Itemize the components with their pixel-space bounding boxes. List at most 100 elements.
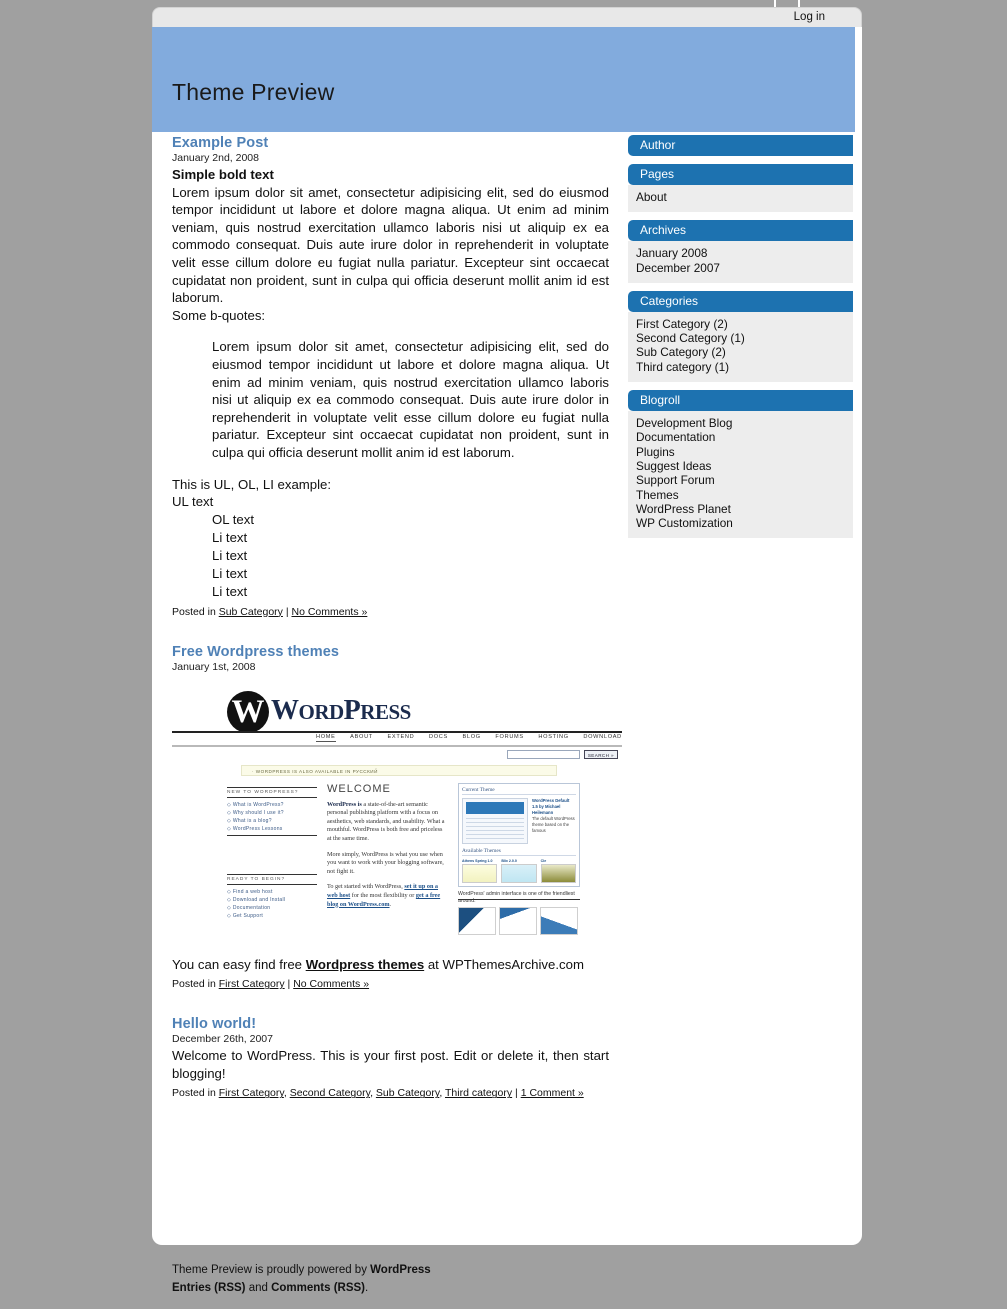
- list-item[interactable]: WP Customization: [636, 516, 853, 530]
- comments-rss-link[interactable]: Comments (RSS): [271, 1282, 365, 1294]
- feeds-line: Entries (RSS) and Comments (RSS).: [172, 1279, 672, 1297]
- and-text: and: [245, 1282, 272, 1294]
- log-in-link[interactable]: Log in: [794, 11, 825, 23]
- blogroll-link-documentation[interactable]: Documentation: [636, 430, 715, 444]
- list-item[interactable]: Support Forum: [636, 473, 853, 487]
- current-theme-thumbnail: [462, 797, 528, 844]
- post-bold-heading: Simple bold text: [172, 167, 274, 182]
- list-item[interactable]: Sub Category (2): [636, 345, 853, 359]
- period-text: .: [365, 1282, 369, 1294]
- list-item[interactable]: Plugins: [636, 445, 853, 459]
- nav-item-forums: FORUMS: [495, 733, 524, 740]
- wordmark-ress: RESS: [360, 699, 411, 724]
- blogroll-list: Development Blog Documentation Plugins S…: [636, 416, 853, 530]
- list-item[interactable]: Development Blog: [636, 416, 853, 430]
- link-why-should-i-use-it: ◇ Why should I use it?: [227, 809, 284, 816]
- nav-item-blog: BLOG: [462, 733, 481, 740]
- caption-before: You can easy find free: [172, 956, 306, 972]
- list-item[interactable]: About: [636, 190, 853, 204]
- thumbnail-image: [540, 906, 578, 935]
- comments-link[interactable]: No Comments »: [293, 978, 369, 990]
- thumb-line: [466, 837, 524, 840]
- blogroll-link-plugins[interactable]: Plugins: [636, 445, 675, 459]
- blogroll-link-themes[interactable]: Themes: [636, 488, 679, 502]
- page-title[interactable]: Theme Preview: [172, 79, 334, 106]
- widget-pages: Pages About: [628, 164, 853, 213]
- widget-title: Pages: [628, 164, 853, 185]
- list-item[interactable]: Themes: [636, 488, 853, 502]
- post-body: Welcome to WordPress. This is your first…: [172, 1047, 609, 1082]
- category-link-first[interactable]: First Category (2): [636, 317, 728, 331]
- wordpress-wordmark: WORDPRESS: [271, 695, 411, 727]
- wordpress-themes-link[interactable]: Wordpress themes: [306, 957, 424, 972]
- welcome-heading: WELCOME: [327, 782, 391, 795]
- post-hello-world: Hello world! December 26th, 2007 Welcome…: [172, 1016, 609, 1099]
- wordpress-link[interactable]: WordPress: [370, 1264, 431, 1276]
- link-get-support: ◇ Get Support: [227, 912, 264, 919]
- list-item[interactable]: Second Category (1): [636, 331, 853, 345]
- widget-title: Archives: [628, 220, 853, 242]
- list-item[interactable]: WordPress Planet: [636, 502, 853, 516]
- blogroll-link-development-blog[interactable]: Development Blog: [636, 416, 732, 430]
- current-theme-row: WordPress Default 1.5 by Michael Heilema…: [462, 797, 576, 844]
- list-item[interactable]: December 2007: [636, 261, 853, 275]
- available-themes-label: Available Themes: [462, 848, 576, 856]
- category-link[interactable]: First Category: [219, 978, 285, 990]
- archive-link-january-2008[interactable]: January 2008: [636, 246, 708, 260]
- list-item[interactable]: January 2008: [636, 246, 853, 260]
- blogroll-link-wordpress-planet[interactable]: WordPress Planet: [636, 502, 731, 516]
- category-link[interactable]: First Category: [219, 1087, 284, 1099]
- post-title-link[interactable]: Hello world!: [172, 1016, 609, 1032]
- wp-themes-column: Current Theme WordPress Default 1.5 by M…: [458, 782, 580, 906]
- search-input: [506, 749, 580, 759]
- nav-item-docs: DOCS: [428, 733, 448, 740]
- blogroll-link-suggest-ideas[interactable]: Suggest Ideas: [636, 459, 711, 473]
- search-button: SEARCH »: [583, 749, 618, 759]
- wordpress-logo-icon: W: [227, 690, 269, 733]
- new-to-wordpress-heading: NEW TO WORDPRESS?: [227, 786, 317, 798]
- post-date: January 1st, 2008: [172, 660, 256, 673]
- post-caption: You can easy find free Wordpress themes …: [172, 956, 609, 974]
- post-date: December 26th, 2007: [172, 1033, 273, 1046]
- category-link-third[interactable]: Third category (1): [636, 360, 729, 374]
- available-theme-item: Cle: [540, 859, 576, 883]
- category-link[interactable]: Third category: [445, 1087, 512, 1099]
- list-item: Li text: [212, 547, 248, 563]
- new-to-wordpress-links: ◇ What is WordPress? ◇ Why should I use …: [227, 801, 317, 833]
- post-title-link[interactable]: Free Wordpress themes: [172, 644, 609, 660]
- post-title-link[interactable]: Example Post: [172, 135, 609, 151]
- post-example-post: Example Post January 2nd, 2008 Simple bo…: [172, 135, 609, 618]
- list-item[interactable]: Documentation: [636, 430, 853, 444]
- archive-link-december-2007[interactable]: December 2007: [636, 261, 720, 275]
- available-themes-section: Available Themes Athens Spring 1.0 Blix …: [462, 848, 576, 883]
- list-item: Li text: [212, 565, 248, 581]
- post-paragraph: Lorem ipsum dolor sit amet, consectetur …: [172, 184, 609, 306]
- blogroll-link-support-forum[interactable]: Support Forum: [636, 473, 715, 487]
- available-theme-item: Athens Spring 1.0: [462, 859, 498, 883]
- list-item[interactable]: Suggest Ideas: [636, 459, 853, 473]
- list-item[interactable]: Third category (1): [636, 360, 853, 374]
- blockquote-intro: Some b-quotes:: [172, 307, 266, 323]
- comments-link[interactable]: 1 Comment »: [521, 1087, 584, 1099]
- list-item[interactable]: First Category (2): [636, 317, 853, 331]
- bottom-thumbnail-strip: [458, 906, 578, 935]
- nav-item-home: HOME: [316, 733, 336, 742]
- list-item: UL text: [172, 494, 214, 510]
- available-themes-row: Athens Spring 1.0 Blix 2.0.0 Cle: [462, 859, 576, 883]
- category-link[interactable]: Second Category: [290, 1087, 370, 1099]
- category-link[interactable]: Sub Category: [376, 1087, 439, 1099]
- bottom-divider: [458, 898, 580, 901]
- theme-thumbnail: [462, 863, 498, 883]
- blogroll-link-wp-customization[interactable]: WP Customization: [636, 516, 733, 530]
- category-link-sub[interactable]: Sub Category (2): [636, 345, 726, 359]
- sidebar-link-about[interactable]: About: [636, 190, 667, 204]
- thumb-line: [466, 817, 524, 820]
- list-intro-text: This is UL, OL, LI example:: [172, 476, 332, 492]
- category-link-second[interactable]: Second Category (1): [636, 331, 745, 345]
- widget-body: About: [628, 185, 853, 213]
- entries-rss-link[interactable]: Entries (RSS): [172, 1282, 246, 1294]
- welcome-paragraph-3: To get started with WordPress, set it up…: [327, 883, 447, 909]
- category-link[interactable]: Sub Category: [219, 606, 283, 618]
- comments-link[interactable]: No Comments »: [291, 606, 367, 618]
- widget-title: Blogroll: [628, 390, 853, 412]
